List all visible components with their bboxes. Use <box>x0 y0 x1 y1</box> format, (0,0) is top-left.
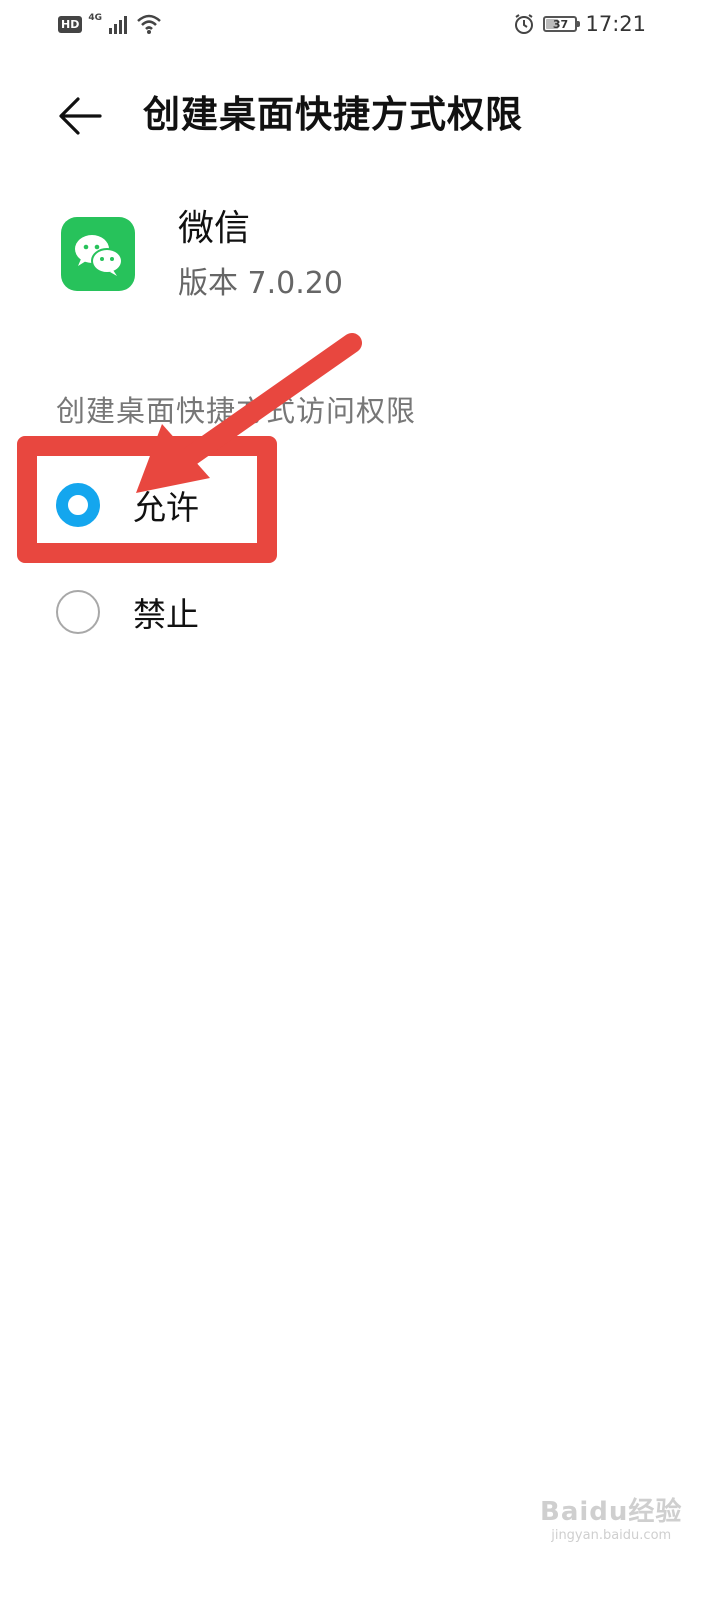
battery-level: 37 <box>552 17 569 31</box>
watermark: Baidu经验 jingyan.baidu.com <box>540 1496 682 1544</box>
watermark-sub: jingyan.baidu.com <box>551 1528 672 1543</box>
annotation-arrow-icon <box>136 333 362 493</box>
watermark-main: Baidu经验 <box>540 1497 683 1527</box>
